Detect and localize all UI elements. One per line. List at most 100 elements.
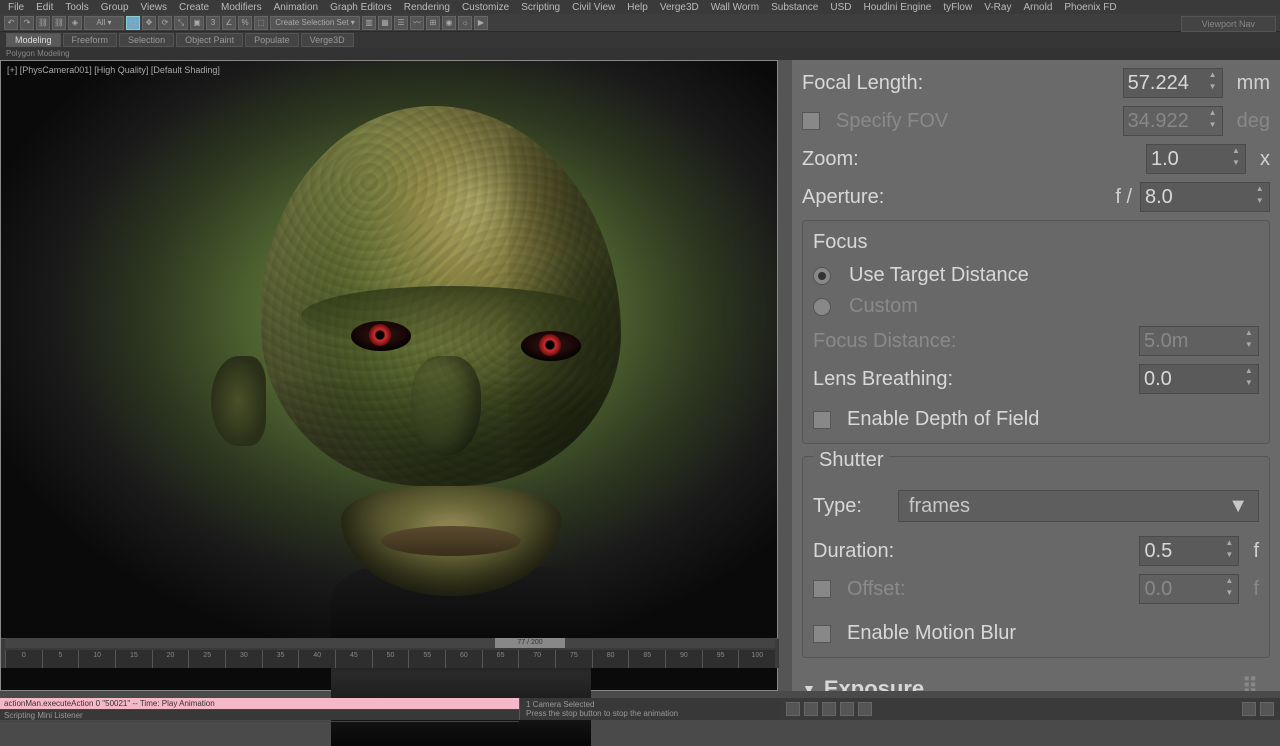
use-target-radio[interactable] <box>813 267 831 285</box>
filter-dropdown[interactable]: All ▾ <box>84 16 124 30</box>
listener-output[interactable]: actionMan.executeAction 0 "50021" -- Tim… <box>0 698 519 710</box>
material-icon[interactable]: ◉ <box>442 16 456 30</box>
viewport-nav-label[interactable]: Viewport Nav <box>1181 16 1276 32</box>
listener-input[interactable]: Scripting Mini Listener <box>0 710 519 722</box>
scale-icon[interactable]: ⤡ <box>174 16 188 30</box>
render-frame-icon[interactable]: ▶ <box>474 16 488 30</box>
menu-animation[interactable]: Animation <box>274 2 318 13</box>
menu-tyflow[interactable]: tyFlow <box>943 2 972 13</box>
tick: 5 <box>42 650 79 668</box>
menu-graph-editors[interactable]: Graph Editors <box>330 2 392 13</box>
time-slider-thumb[interactable]: 77 / 200 <box>495 638 565 648</box>
lens-breathing-spinner[interactable]: ▲▼ <box>1139 364 1259 394</box>
unlink-icon[interactable]: ⛓ <box>52 16 66 30</box>
menu-rendering[interactable]: Rendering <box>404 2 450 13</box>
menu-phoenix-fd[interactable]: Phoenix FD <box>1064 2 1116 13</box>
menu-tools[interactable]: Tools <box>65 2 88 13</box>
tab-populate[interactable]: Populate <box>245 33 299 47</box>
tab-modeling[interactable]: Modeling <box>6 33 61 47</box>
menu-wall-worm[interactable]: Wall Worm <box>711 2 759 13</box>
redo-icon[interactable]: ↷ <box>20 16 34 30</box>
menu-views[interactable]: Views <box>141 2 168 13</box>
lens-breathing-label: Lens Breathing: <box>813 368 953 391</box>
drag-handle-icon[interactable]: ⠿ <box>1242 674 1260 691</box>
menu-modifiers[interactable]: Modifiers <box>221 2 262 13</box>
goto-end-icon[interactable] <box>858 702 872 716</box>
main-toolbar: ↶ ↷ ⛓ ⛓ ◈ All ▾ ▭ ✥ ⟳ ⤡ ▣ 3 ∠ % ⬚ Create… <box>0 14 1280 32</box>
zoom-input[interactable] <box>1151 148 1227 171</box>
dof-checkbox[interactable] <box>813 411 831 429</box>
specify-fov-checkbox[interactable] <box>802 112 820 130</box>
place-icon[interactable]: ▣ <box>190 16 204 30</box>
offset-checkbox[interactable] <box>813 580 831 598</box>
key-mode-icon[interactable] <box>1242 702 1256 716</box>
menu-usd[interactable]: USD <box>830 2 851 13</box>
focal-length-spinner[interactable]: ▲▼ <box>1123 68 1223 98</box>
focal-length-label: Focal Length: <box>802 72 923 95</box>
menu-create[interactable]: Create <box>179 2 209 13</box>
menu-edit[interactable]: Edit <box>36 2 53 13</box>
menu-civil-view[interactable]: Civil View <box>572 2 615 13</box>
menu-arnold[interactable]: Arnold <box>1023 2 1052 13</box>
aperture-spinner[interactable]: ▲▼ <box>1140 182 1270 212</box>
move-icon[interactable]: ✥ <box>142 16 156 30</box>
tick: 50 <box>372 650 409 668</box>
menu-houdini-engine[interactable]: Houdini Engine <box>864 2 932 13</box>
aperture-prefix: f / <box>1115 186 1132 209</box>
tab-verge3d[interactable]: Verge3D <box>301 33 354 47</box>
duration-spinner[interactable]: ▲▼ <box>1139 536 1239 566</box>
align-icon[interactable]: ▦ <box>378 16 392 30</box>
duration-input[interactable] <box>1144 540 1220 563</box>
viewport[interactable]: [+] [PhysCamera001] [High Quality] [Defa… <box>0 60 778 691</box>
layers-icon[interactable]: ☰ <box>394 16 408 30</box>
panel-gutter[interactable] <box>778 60 792 691</box>
menu-file[interactable]: File <box>8 2 24 13</box>
curve-editor-icon[interactable]: 〰 <box>410 16 424 30</box>
zoom-spinner[interactable]: ▲▼ <box>1146 144 1246 174</box>
tab-selection[interactable]: Selection <box>119 33 174 47</box>
snap-icon[interactable]: 3 <box>206 16 220 30</box>
select-icon[interactable]: ▭ <box>126 16 140 30</box>
tab-object paint[interactable]: Object Paint <box>176 33 243 47</box>
render-setup-icon[interactable]: ☼ <box>458 16 472 30</box>
menu-v-ray[interactable]: V-Ray <box>984 2 1011 13</box>
mirror-icon[interactable]: ▥ <box>362 16 376 30</box>
aperture-input[interactable] <box>1145 186 1250 209</box>
menu-help[interactable]: Help <box>627 2 648 13</box>
angle-snap-icon[interactable]: ∠ <box>222 16 236 30</box>
menu-substance[interactable]: Substance <box>771 2 818 13</box>
undo-icon[interactable]: ↶ <box>4 16 18 30</box>
tick: 75 <box>555 650 592 668</box>
menu-scripting[interactable]: Scripting <box>521 2 560 13</box>
tick: 65 <box>482 650 519 668</box>
selection-set[interactable]: Create Selection Set ▾ <box>270 16 360 30</box>
prev-frame-icon[interactable] <box>804 702 818 716</box>
play-icon[interactable] <box>822 702 836 716</box>
duration-unit: f <box>1253 540 1259 563</box>
menu-verge3d[interactable]: Verge3D <box>660 2 699 13</box>
exposure-header[interactable]: ▼ Exposure ⠿ <box>802 670 1270 691</box>
lens-breathing-input[interactable] <box>1144 368 1240 391</box>
bind-icon[interactable]: ◈ <box>68 16 82 30</box>
focal-length-input[interactable] <box>1128 72 1204 95</box>
schematic-icon[interactable]: ⊞ <box>426 16 440 30</box>
spinner-snap-icon[interactable]: ⬚ <box>254 16 268 30</box>
rotate-icon[interactable]: ⟳ <box>158 16 172 30</box>
shutter-type-dropdown[interactable]: frames ▼ <box>898 490 1259 522</box>
timeline[interactable]: 77 / 200 0510152025303540455055606570758… <box>1 638 779 668</box>
viewport-label[interactable]: [+] [PhysCamera001] [High Quality] [Defa… <box>7 65 220 75</box>
next-frame-icon[interactable] <box>840 702 854 716</box>
link-icon[interactable]: ⛓ <box>36 16 50 30</box>
custom-radio[interactable] <box>813 298 831 316</box>
menu-group[interactable]: Group <box>101 2 129 13</box>
focus-distance-input <box>1144 330 1240 353</box>
fov-unit: deg <box>1237 110 1270 133</box>
menu-customize[interactable]: Customize <box>462 2 509 13</box>
tab-freeform[interactable]: Freeform <box>63 33 118 47</box>
focus-title: Focus <box>813 231 1259 254</box>
percent-snap-icon[interactable]: % <box>238 16 252 30</box>
time-config-icon[interactable] <box>1260 702 1274 716</box>
tick: 80 <box>592 650 629 668</box>
goto-start-icon[interactable] <box>786 702 800 716</box>
motion-blur-checkbox[interactable] <box>813 625 831 643</box>
